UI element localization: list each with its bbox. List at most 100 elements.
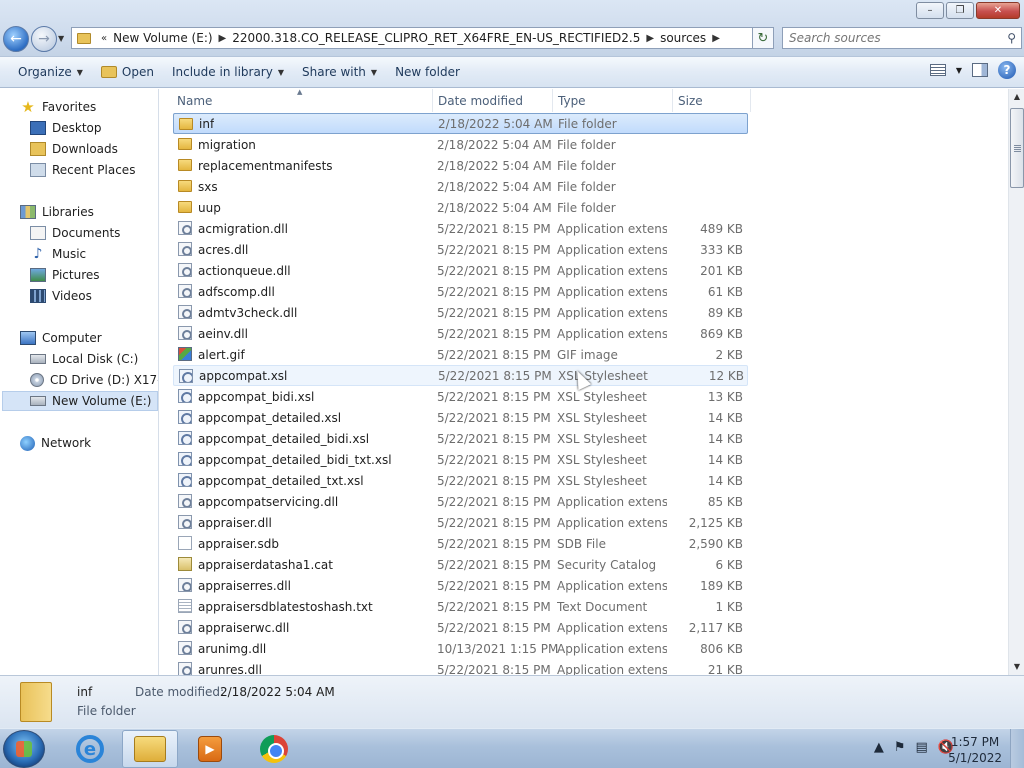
taskbar-internet-explorer[interactable]: e [62,730,118,768]
folder-icon [178,138,192,150]
nav-label: Recent Places [52,163,136,177]
nav-computer[interactable]: Computer [20,328,102,348]
file-row[interactable]: admtv3check.dll 5/22/2021 8:15 PM Applicat… [173,302,748,323]
breadcrumb-chevron-icon[interactable]: ▶ [712,33,720,44]
vertical-scrollbar[interactable]: ▲ ▼ [1008,89,1024,675]
file-date: 5/22/2021 8:15 PM [438,368,552,383]
star-icon: ★ [21,98,35,116]
nav-new-volume[interactable]: New Volume (E:) [2,391,158,411]
folder-icon [178,159,192,171]
network-status-icon[interactable]: ▤ [916,740,928,755]
scroll-up-arrow-icon[interactable]: ▲ [1009,89,1024,105]
organize-button[interactable]: Organize ▼ [9,60,92,84]
search-input[interactable] [789,31,989,45]
file-type: Security Catalog [557,557,657,572]
minimize-button[interactable]: – [916,2,944,19]
forward-button[interactable]: → [31,26,57,52]
file-name: replacementmanifests [198,158,333,173]
action-center-flag-icon[interactable]: ⚑ [894,740,906,755]
chrome-icon [260,735,288,763]
file-row[interactable]: acmigration.dll 5/22/2021 8:15 PM Applicat… [173,218,748,239]
file-row[interactable]: actionqueue.dll 5/22/2021 8:15 PM Applicat… [173,260,748,281]
file-row[interactable]: appcompatservicing.dll 5/22/2021 8:15 PM A… [173,491,748,512]
file-row[interactable]: acres.dll 5/22/2021 8:15 PM Application ex… [173,239,748,260]
nav-libraries[interactable]: Libraries [20,202,94,222]
breadcrumb-overflow[interactable]: « [101,33,107,44]
nav-network[interactable]: Network [20,433,91,453]
close-button[interactable]: ✕ [976,2,1020,19]
search-icon[interactable]: ⚲ [1007,31,1016,45]
nav-downloads[interactable]: Downloads [30,139,118,159]
refresh-button[interactable]: ↻ [752,27,774,49]
folder-row[interactable]: inf 2/18/2022 5:04 AM File folder [173,113,748,134]
file-size: 14 KB [707,431,743,446]
nav-videos[interactable]: Videos [30,286,92,306]
taskbar-media-player[interactable]: ▶ [182,730,238,768]
address-bar[interactable]: « New Volume (E:) ▶ 22000.318.CO_RELEASE… [71,27,774,49]
file-row[interactable]: alert.gif 5/22/2021 8:15 PM GIF image 2 KB [173,344,748,365]
file-row[interactable]: appraiser.dll 5/22/2021 8:15 PM Applicatio… [173,512,748,533]
nav-favorites[interactable]: ★ Favorites [20,97,96,117]
file-row[interactable]: appcompat_bidi.xsl 5/22/2021 8:15 PM XSL S… [173,386,748,407]
back-button[interactable]: ← [3,26,29,52]
breadcrumb-sources[interactable]: sources [660,31,706,45]
file-row[interactable]: appraiserres.dll 5/22/2021 8:15 PM Applica… [173,575,748,596]
maximize-button[interactable]: ❐ [946,2,974,19]
file-type: File folder [557,200,616,215]
file-row[interactable]: aeinv.dll 5/22/2021 8:15 PM Application ex… [173,323,748,344]
chevron-down-icon[interactable]: ▼ [956,66,962,75]
nav-desktop[interactable]: Desktop [30,118,102,138]
nav-recent-places[interactable]: Recent Places [30,160,135,180]
help-icon[interactable]: ? [998,61,1016,79]
column-header-size[interactable]: Size [673,89,751,112]
breadcrumb-release-folder[interactable]: 22000.318.CO_RELEASE_CLIPRO_RET_X64FRE_E… [232,31,640,45]
column-header-type[interactable]: Type [553,89,673,112]
search-box[interactable]: ⚲ [782,27,1022,49]
nav-pictures[interactable]: Pictures [30,265,100,285]
file-row[interactable]: appraiser.sdb 5/22/2021 8:15 PM SDB File 2,… [173,533,748,554]
breadcrumb-chevron-icon[interactable]: ▶ [646,33,654,44]
share-with-button[interactable]: Share with ▼ [293,60,386,84]
nav-local-disk[interactable]: Local Disk (C:) [30,349,138,369]
taskbar-chrome[interactable] [246,730,302,768]
file-row[interactable]: appcompat_detailed_bidi_txt.xsl 5/22/2021… [173,449,748,470]
start-button[interactable] [3,730,45,768]
breadcrumb-chevron-icon[interactable]: ▶ [219,33,227,44]
folder-row[interactable]: uup 2/18/2022 5:04 AM File folder [173,197,748,218]
file-date: 5/22/2021 8:15 PM [437,578,551,593]
taskbar-windows-explorer[interactable] [122,730,178,768]
open-button[interactable]: Open [92,60,163,84]
file-row[interactable]: adfscomp.dll 5/22/2021 8:15 PM Application… [173,281,748,302]
nav-documents[interactable]: Documents [30,223,120,243]
file-row[interactable]: appcompat_detailed.xsl 5/22/2021 8:15 PM X… [173,407,748,428]
file-row[interactable]: appraiserwc.dll 5/22/2021 8:15 PM Applicat… [173,617,748,638]
folder-row[interactable]: sxs 2/18/2022 5:04 AM File folder [173,176,748,197]
nav-cd-drive[interactable]: CD Drive (D:) X17-59 [30,370,158,390]
breadcrumb-new-volume[interactable]: New Volume (E:) [113,31,212,45]
nav-music[interactable]: ♪ Music [30,244,87,264]
column-header-date[interactable]: Date modified [433,89,553,112]
chevron-down-icon: ▼ [76,67,83,77]
file-row[interactable]: arunres.dll 5/22/2021 8:15 PM Application … [173,659,748,675]
file-row[interactable]: appcompat_detailed_txt.xsl 5/22/2021 8:15… [173,470,748,491]
file-row[interactable]: appcompat.xsl 5/22/2021 8:15 PM XSL Styles… [173,365,748,386]
scroll-thumb[interactable] [1010,108,1024,188]
new-folder-button[interactable]: New folder [386,60,469,84]
show-desktop-button[interactable] [1010,729,1024,768]
file-size: 14 KB [707,410,743,425]
include-in-library-button[interactable]: Include in library ▼ [163,60,293,84]
show-hidden-icons-icon[interactable]: ▲ [874,740,884,755]
scroll-down-arrow-icon[interactable]: ▼ [1009,659,1024,675]
file-row[interactable]: arunimg.dll 10/13/2021 1:15 PM Application… [173,638,748,659]
file-row[interactable]: appcompat_detailed_bidi.xsl 5/22/2021 8:1… [173,428,748,449]
preview-pane-icon[interactable] [972,63,988,77]
system-clock[interactable]: 1:57 PM 5/1/2022 [948,734,1002,766]
column-header-name[interactable]: Name ▲ [160,89,433,112]
command-bar: Organize ▼ Open Include in library ▼ Sha… [0,56,1024,88]
recent-pages-dropdown[interactable]: ▼ [58,34,64,43]
file-row[interactable]: appraiserdatasha1.cat 5/22/2021 8:15 PM Se… [173,554,748,575]
folder-row[interactable]: replacementmanifests 2/18/2022 5:04 AM Fil… [173,155,748,176]
file-row[interactable]: appraisersdblatestoshash.txt 5/22/2021 8:… [173,596,748,617]
change-view-icon[interactable] [929,64,946,76]
folder-row[interactable]: migration 2/18/2022 5:04 AM File folder [173,134,748,155]
